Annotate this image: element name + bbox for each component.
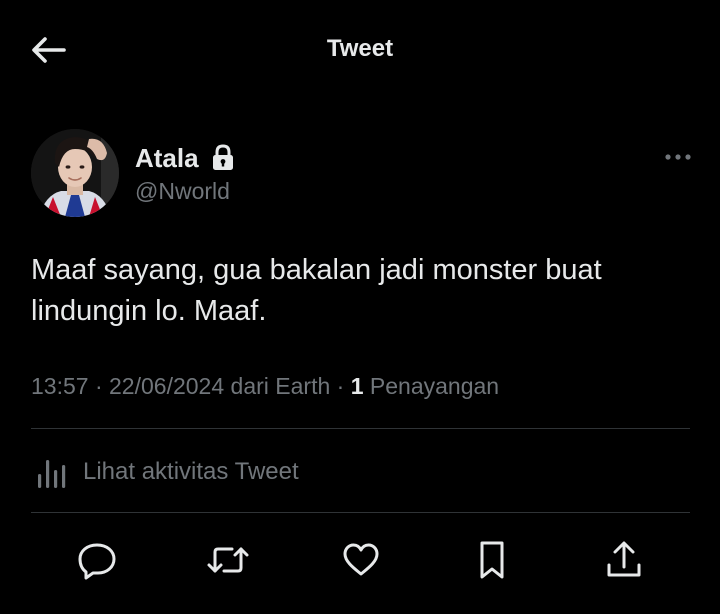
view-tweet-activity-link[interactable]: Lihat aktivitas Tweet [31,450,299,494]
tweet-time[interactable]: 13:57 [31,373,89,399]
meta-separator: · [88,373,110,399]
more-horizontal-icon [665,154,691,160]
heart-icon [343,543,379,576]
like-button[interactable] [333,532,389,588]
meta-separator: · [330,373,351,399]
analytics-bars-icon [38,460,66,488]
bookmark-icon [480,541,504,579]
share-icon [607,541,641,577]
tweet-source: dari Earth [224,373,331,399]
tweet-text: Maaf sayang, gua bakalan jadi monster bu… [31,254,602,327]
lock-icon [212,144,233,170]
display-name: Atala [135,143,199,173]
page-title: Tweet [326,35,394,62]
top-bar: Tweet [0,0,720,98]
views-label: Penayangan [363,373,500,399]
author-name-row[interactable]: Atala [135,142,235,174]
divider [31,512,690,513]
share-button[interactable] [596,532,652,588]
action-bar [0,532,720,588]
profile-photo [31,129,119,217]
tweet-date[interactable]: 22/06/2024 [109,373,224,399]
divider [31,428,690,429]
retweet-icon [207,547,249,573]
avatar[interactable] [31,129,119,217]
activity-label: Lihat aktivitas Tweet [83,458,299,485]
tweet-metadata: 13:57 · 22/06/2024 dari Earth · 1 Penaya… [31,372,499,400]
reply-button[interactable] [69,532,125,588]
reply-icon [78,543,116,580]
retweet-button[interactable] [200,532,256,588]
handle[interactable]: @Nworld [135,177,230,205]
more-options-button[interactable] [660,146,696,168]
bookmark-button[interactable] [464,532,520,588]
views-count: 1 [350,373,364,399]
